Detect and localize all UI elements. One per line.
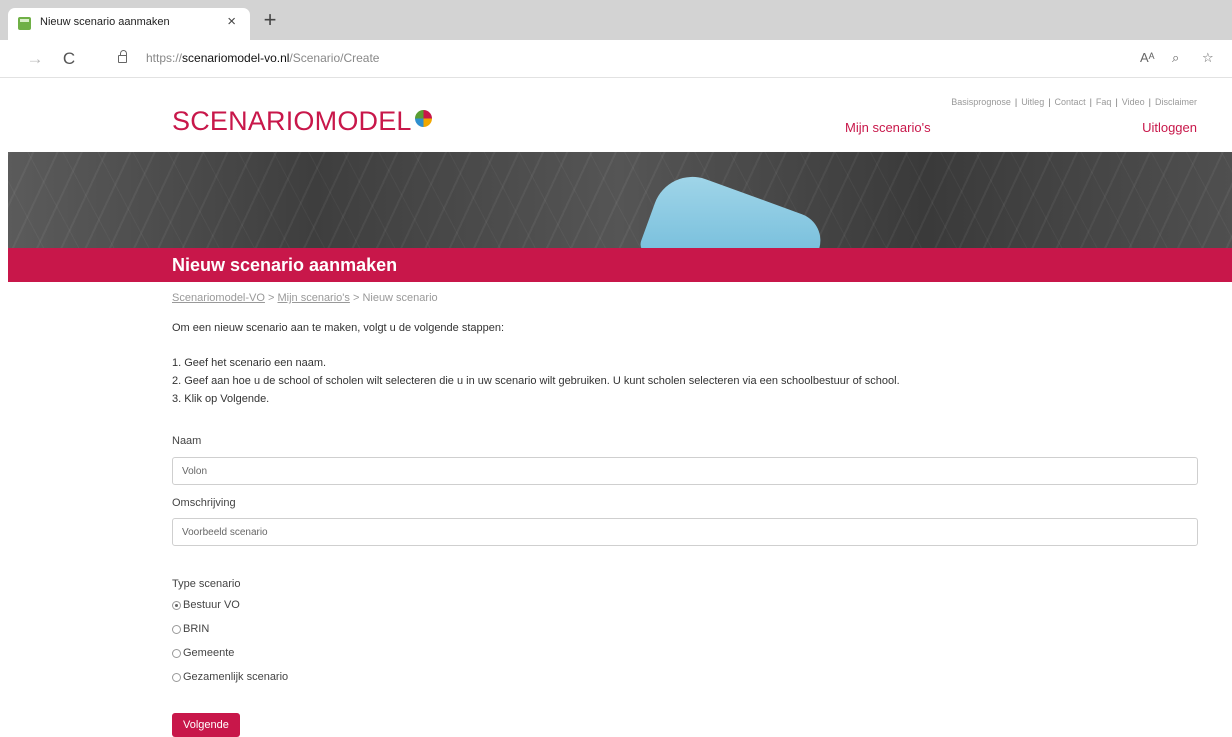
description-input[interactable] — [172, 518, 1198, 546]
site-logo[interactable]: SCENARIOMODEL — [172, 106, 432, 137]
type-scenario-label: Type scenario — [172, 578, 241, 590]
logo-globe-icon — [414, 110, 432, 127]
browser-addressbar: → C https://scenariomodel-vo.nl/Scenario… — [0, 40, 1232, 78]
radio-selected-icon — [172, 600, 181, 610]
top-link-disclaimer[interactable]: Disclaimer — [1155, 97, 1197, 107]
steps-list: 1. Geef het scenario een naam. 2. Geef a… — [172, 354, 900, 408]
top-link-separator: | — [1115, 97, 1118, 107]
url-field[interactable]: https://scenariomodel-vo.nl/Scenario/Cre… — [146, 51, 379, 65]
top-link-video[interactable]: Video — [1122, 97, 1145, 107]
radio-label: Bestuur VO — [183, 599, 240, 611]
page-titlebar: Nieuw scenario aanmaken — [8, 248, 1232, 282]
radio-bestuur-vo[interactable]: Bestuur VO — [172, 599, 240, 611]
radio-empty-icon — [172, 648, 181, 658]
step-item: 3. Klik op Volgende. — [172, 393, 270, 405]
zoom-icon[interactable]: ⌕ — [1172, 50, 1179, 66]
top-link-separator: | — [1148, 97, 1151, 107]
top-link-contact[interactable]: Contact — [1055, 97, 1086, 107]
radio-label: Gezamenlijk scenario — [183, 671, 289, 683]
read-aloud-icon[interactable]: Aᴬ — [1140, 50, 1155, 65]
top-link-faq[interactable]: Faq — [1096, 97, 1112, 107]
logo-text: SCENARIOMODEL — [172, 106, 412, 136]
page-title: Nieuw scenario aanmaken — [172, 255, 398, 275]
breadcrumb-separator: > — [349, 292, 363, 304]
new-tab-button[interactable]: + — [257, 8, 283, 34]
step-item: 1. Geef het scenario een naam. — [172, 357, 327, 369]
breadcrumb: Scenariomodel-VO > Mijn scenario's > Nie… — [172, 292, 1198, 304]
breadcrumb-home[interactable]: Scenariomodel-VO — [172, 292, 265, 304]
url-host: scenariomodel-vo.nl — [182, 51, 290, 65]
top-link-uitleg[interactable]: Uitleg — [1021, 97, 1044, 107]
url-path: /Scenario/Create — [289, 51, 380, 65]
intro-text: Om een nieuw scenario aan te maken, volg… — [172, 322, 505, 334]
breadcrumb-my-scenarios[interactable]: Mijn scenario's — [277, 292, 349, 304]
radio-gezamenlijk-scenario[interactable]: Gezamenlijk scenario — [172, 671, 288, 683]
tab-title: Nieuw scenario aanmaken — [40, 16, 170, 28]
radio-label: BRIN — [183, 623, 210, 635]
radio-brin[interactable]: BRIN — [172, 623, 209, 635]
top-link-basisprognose[interactable]: Basisprognose — [951, 97, 1011, 107]
browser-tab-active[interactable]: Nieuw scenario aanmaken × — [8, 8, 250, 40]
reload-icon[interactable]: C — [58, 48, 80, 70]
browser-tabstrip: Nieuw scenario aanmaken × + — [0, 0, 1232, 40]
favorite-icon[interactable]: ☆ — [1202, 50, 1214, 66]
chalk-image — [637, 165, 829, 248]
name-label: Naam — [172, 435, 202, 447]
breadcrumb-current: Nieuw scenario — [362, 292, 438, 304]
main-content: Scenariomodel-VO > Mijn scenario's > Nie… — [172, 292, 1198, 737]
radio-gemeente[interactable]: Gemeente — [172, 647, 234, 659]
header-banner-image — [8, 152, 1232, 248]
step-item: 2. Geef aan hoe u de school of scholen w… — [172, 375, 900, 387]
top-link-separator: | — [1048, 97, 1051, 107]
radio-empty-icon — [172, 672, 181, 682]
name-input[interactable] — [172, 457, 1198, 485]
lock-icon[interactable] — [118, 50, 127, 63]
top-links: Basisprognose | Uitleg | Contact | Faq | Video | D… — [951, 97, 1197, 107]
my-scenarios-link[interactable]: Mijn scenario's — [845, 120, 931, 135]
breadcrumb-separator: > — [264, 292, 278, 304]
radio-empty-icon — [172, 624, 181, 634]
logout-link[interactable]: Uitloggen — [1142, 120, 1197, 135]
back-arrow-icon[interactable]: → — [24, 48, 46, 70]
url-scheme: https:// — [146, 51, 183, 65]
next-button[interactable]: Volgende — [172, 713, 240, 737]
radio-label: Gemeente — [183, 647, 235, 659]
top-link-separator: | — [1089, 97, 1092, 107]
description-label: Omschrijving — [172, 497, 236, 509]
top-link-separator: | — [1014, 97, 1018, 107]
tab-close-icon[interactable]: × — [227, 13, 236, 30]
site-favicon-icon — [18, 17, 31, 30]
